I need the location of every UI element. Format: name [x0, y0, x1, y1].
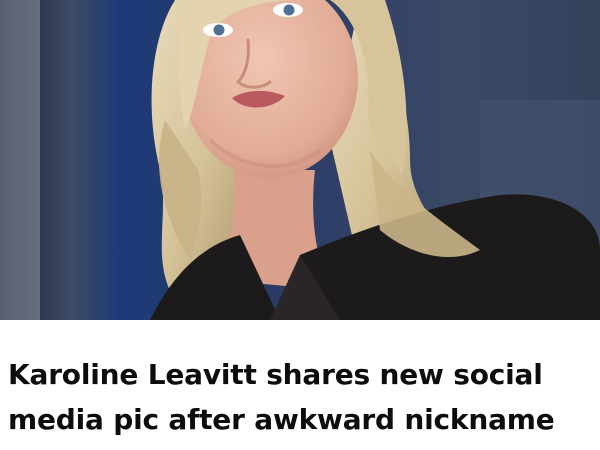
article-card[interactable]: Karoline Leavitt shares new social media…: [0, 0, 600, 450]
eye-left: [213, 24, 225, 36]
portrait-photo: [0, 0, 600, 320]
eye-right: [283, 4, 295, 16]
article-photo[interactable]: [0, 0, 600, 320]
left-pillar: [0, 0, 40, 320]
article-headline[interactable]: Karoline Leavitt shares new social media…: [8, 352, 596, 442]
